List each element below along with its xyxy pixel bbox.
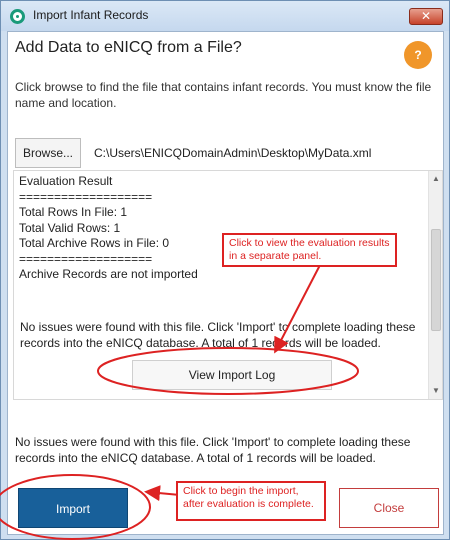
import-dialog-window: Import Infant Records ✕ Add Data to eNIC…: [0, 0, 450, 540]
evaluation-results-text: Evaluation Result =================== To…: [19, 174, 198, 283]
eval-line: Total Rows In File: 1: [19, 205, 128, 219]
close-button[interactable]: Close: [339, 488, 439, 528]
evaluation-message: No issues were found with this file. Cli…: [20, 320, 416, 350]
browse-button[interactable]: Browse...: [15, 138, 81, 168]
dialog-heading: Add Data to eNICQ from a File?: [15, 39, 242, 56]
footer-message: No issues were found with this file. Cli…: [15, 435, 411, 465]
eval-line: Archive Records are not imported: [19, 267, 198, 281]
import-button[interactable]: Import: [18, 488, 128, 528]
eval-line: ===================: [19, 189, 153, 204]
window-title: Import Infant Records: [33, 8, 149, 22]
scroll-up-icon[interactable]: ▲: [431, 174, 441, 184]
file-path-text: C:\Users\ENICQDomainAdmin\Desktop\MyData…: [94, 146, 372, 160]
help-button[interactable]: ?: [404, 41, 432, 69]
instructions-text: Click browse to find the file that conta…: [15, 80, 432, 110]
vertical-scrollbar[interactable]: ▲ ▼: [428, 171, 442, 399]
view-import-log-button[interactable]: View Import Log: [132, 360, 332, 390]
eval-line: ===================: [19, 251, 153, 266]
window-close-button[interactable]: ✕: [409, 8, 443, 25]
title-bar: Import Infant Records ✕: [1, 1, 449, 31]
evaluation-results-panel[interactable]: Evaluation Result =================== To…: [13, 170, 443, 400]
dialog-body: Add Data to eNICQ from a File? ? Click b…: [7, 31, 444, 535]
eval-line: Total Valid Rows: 1: [19, 220, 121, 235]
enicq-logo-icon: [10, 9, 25, 24]
eval-line: Total Archive Rows in File: 0: [19, 236, 170, 250]
eval-line: Evaluation Result: [19, 174, 113, 188]
scroll-down-icon[interactable]: ▼: [431, 386, 441, 396]
import-callout: Click to begin the import, after evaluat…: [176, 481, 326, 521]
view-log-callout: Click to view the evaluation results in …: [222, 233, 397, 267]
scrollbar-thumb[interactable]: [431, 229, 441, 331]
